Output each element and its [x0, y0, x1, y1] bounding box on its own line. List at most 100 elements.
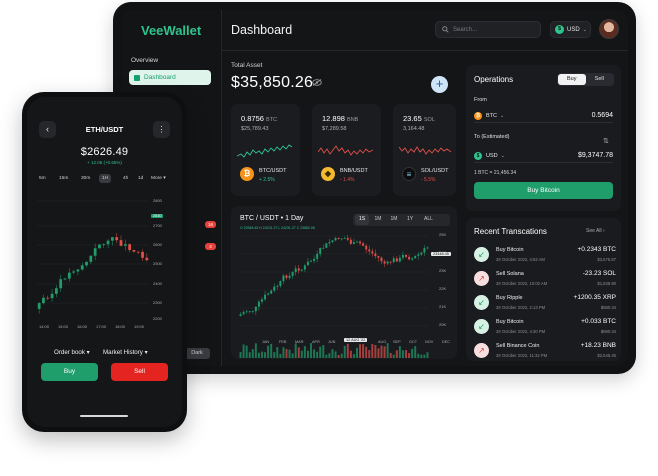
phone-time-axis-label: 14:00	[39, 324, 50, 329]
operations-title: Operations	[474, 75, 514, 84]
coin-amount-value: 0.8756	[241, 114, 264, 123]
sparkline-down	[399, 146, 452, 155]
volume-bar	[319, 346, 322, 358]
candle-body	[405, 254, 407, 257]
candle-body	[423, 248, 426, 253]
volume-bar	[365, 346, 368, 358]
candle-body	[93, 248, 97, 256]
volume-bar	[282, 347, 285, 358]
transaction-date: 28 October 2022, 4:52 AM	[496, 257, 545, 262]
swap-icon[interactable]: ⇅	[603, 137, 609, 145]
see-all-link[interactable]: See All ›	[586, 228, 605, 234]
candle-body	[362, 243, 365, 246]
to-amount-field[interactable]: $ USD ⌄ $9,3747.78	[474, 149, 613, 163]
volume-bar	[285, 349, 288, 358]
coin-card-btc[interactable]: 0.8756 BTC $25,789.43 ₿ BTC/USDT + 2.5%	[231, 104, 300, 196]
month-axis-label: SEP	[393, 340, 401, 344]
month-axis-label: APR	[312, 340, 320, 344]
volume-bar	[417, 353, 420, 358]
arrow-down-left-icon: ↙	[474, 247, 489, 262]
transaction-row[interactable]: ↗ Sell Solana 28 October 2022, 10:02 AM -23…	[474, 268, 616, 290]
exchange-rate: 1 BTC = 21,456.34	[474, 170, 517, 176]
candle-body	[128, 244, 131, 251]
coin-card-bnb[interactable]: 12.898 BNB $7,289.58 ◆ BNB/USDT - 1.4%	[312, 104, 381, 196]
candle-body	[132, 250, 136, 252]
from-amount-field[interactable]: ₿ BTC ⌄ 0.5694	[474, 109, 613, 123]
dollar-icon: $	[474, 151, 482, 160]
sidebar-divider	[221, 10, 222, 366]
add-asset-button[interactable]: +	[431, 76, 448, 93]
transaction-row[interactable]: ↗ Sell Binance Coin 28 October 2022, 11:32…	[474, 340, 616, 362]
volume-bar	[349, 350, 352, 358]
eye-off-icon[interactable]	[312, 79, 322, 86]
volume-bar	[337, 354, 340, 358]
month-axis-label: DEC	[442, 340, 451, 344]
candle-body	[352, 242, 355, 244]
phone-buy-button[interactable]: Buy	[41, 363, 98, 381]
currency-select[interactable]: $ USD ⌄	[550, 21, 591, 38]
volume-bar	[392, 354, 395, 358]
volume-bar	[398, 346, 401, 358]
tab-buy[interactable]: Buy	[558, 74, 586, 85]
transaction-amount: +18.23 BNB	[580, 342, 616, 349]
order-book-tab[interactable]: Order book ▾	[54, 349, 90, 356]
candle-body	[276, 286, 279, 287]
candle-body	[282, 275, 285, 282]
buy-bitcoin-button[interactable]: Buy Bitcoin	[474, 182, 613, 199]
phone-time-axis-label: 19:00	[134, 324, 145, 329]
candle-body	[359, 241, 362, 244]
transaction-row[interactable]: ↙ Buy Ripple 28 October 2022, 2:13 PM +1200…	[474, 292, 616, 314]
sidebar-item-dashboard[interactable]: Dashboard	[129, 70, 211, 85]
volume-bar	[276, 347, 279, 358]
coin-change: - 5.5%	[421, 177, 436, 183]
month-axis-label: NOV	[425, 340, 434, 344]
candle-body	[368, 249, 371, 252]
tab-sell[interactable]: Sell	[586, 74, 614, 85]
crosshair-date-tag: 12 AUG '22	[344, 338, 368, 342]
price-axis-label: 21K	[439, 304, 447, 309]
candle-body	[102, 244, 106, 246]
theme-toggle-dark[interactable]: Dark	[184, 348, 210, 359]
transaction-date: 28 October 2022, 10:02 AM	[496, 281, 548, 286]
transaction-row[interactable]: ↙ Buy Bitcoin 28 October 2022, 4:30 PM +0.0…	[474, 316, 616, 338]
bitcoin-icon: ₿	[474, 111, 482, 120]
header-divider	[221, 50, 628, 51]
candle-body	[386, 261, 389, 264]
transaction-amount: +1200.35 XRP	[573, 294, 616, 301]
volume-bar	[420, 354, 423, 358]
price-axis-label: 22K	[439, 286, 447, 291]
candle-body	[251, 311, 254, 312]
price-chart-card: BTC / USDT • 1 Day O 23948.45 H 24231.27…	[231, 206, 457, 359]
transaction-usd: $690.34	[600, 329, 616, 334]
phone-price-axis-label: 2200	[153, 316, 162, 321]
coin-card-sol[interactable]: 23.65 SOL 3,164.48 ≡ SOL/USDT - 5.5%	[393, 104, 456, 196]
coin-amount: 12.898 BNB	[322, 114, 358, 123]
volume-bar	[377, 348, 380, 358]
market-history-tab[interactable]: Market History ▾	[103, 349, 148, 356]
volume-bar	[325, 354, 328, 358]
candlestick-chart	[239, 235, 429, 358]
page-title: Dashboard	[231, 23, 293, 37]
candle-body	[322, 247, 325, 249]
coin-amount: 23.65 SOL	[403, 114, 435, 123]
volume-bar	[346, 343, 349, 358]
candle-body	[98, 244, 101, 249]
coin-amount-value: 12.898	[322, 114, 345, 123]
phone-price-axis-label: 2300	[153, 300, 162, 305]
phone-sell-button[interactable]: Sell	[111, 363, 168, 381]
avatar[interactable]	[599, 19, 619, 39]
bitcoin-icon: ₿	[240, 167, 254, 181]
sparkline-up	[237, 144, 293, 158]
search-input[interactable]: Search...	[435, 21, 541, 38]
transaction-row[interactable]: ↙ Buy Bitcoin 28 October 2022, 4:52 AM +0.2…	[474, 244, 616, 266]
coin-ticker: BTC	[266, 117, 278, 123]
binance-icon: ◆	[321, 167, 335, 181]
recent-title: Recent Transcations	[474, 227, 547, 236]
volume-bar	[264, 352, 267, 358]
volume-bar	[362, 344, 365, 358]
volume-bar	[380, 345, 383, 358]
coin-pair: BNB/USDT	[340, 168, 368, 174]
arrow-down-left-icon: ↙	[474, 319, 489, 334]
candle-body	[239, 314, 242, 316]
total-asset-value: $35,850.26	[231, 74, 314, 91]
